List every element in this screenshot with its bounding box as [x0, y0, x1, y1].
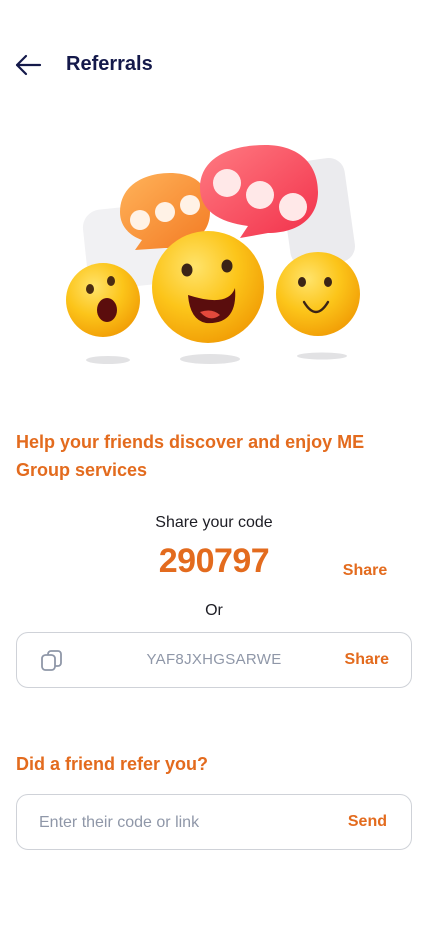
referral-code-input[interactable]	[39, 803, 329, 843]
or-divider-label: Or	[205, 602, 223, 619]
header: Referrals	[0, 40, 428, 90]
emoji-chat-illustration	[60, 140, 370, 370]
referrals-screen: Referrals Help your friends discover and…	[0, 0, 428, 926]
share-code-button[interactable]: Share	[330, 562, 400, 580]
referral-headline: Help your friends discover and enjoy ME …	[16, 432, 365, 480]
share-link-box: YAF8JXHGSARWE Share	[16, 632, 412, 688]
share-link-button[interactable]: Share	[345, 651, 389, 669]
share-code-label: Share your code	[155, 514, 273, 531]
back-button[interactable]	[10, 50, 46, 80]
referred-by-friend-title: Did a friend refer you?	[16, 754, 209, 774]
referral-link-code: YAF8JXHGSARWE	[146, 651, 282, 668]
send-button[interactable]: Send	[348, 813, 387, 831]
arrow-left-icon	[15, 54, 42, 76]
page-title: Referrals	[66, 53, 153, 75]
referral-input-box: Send	[16, 794, 412, 850]
copy-icon[interactable]	[39, 648, 65, 674]
